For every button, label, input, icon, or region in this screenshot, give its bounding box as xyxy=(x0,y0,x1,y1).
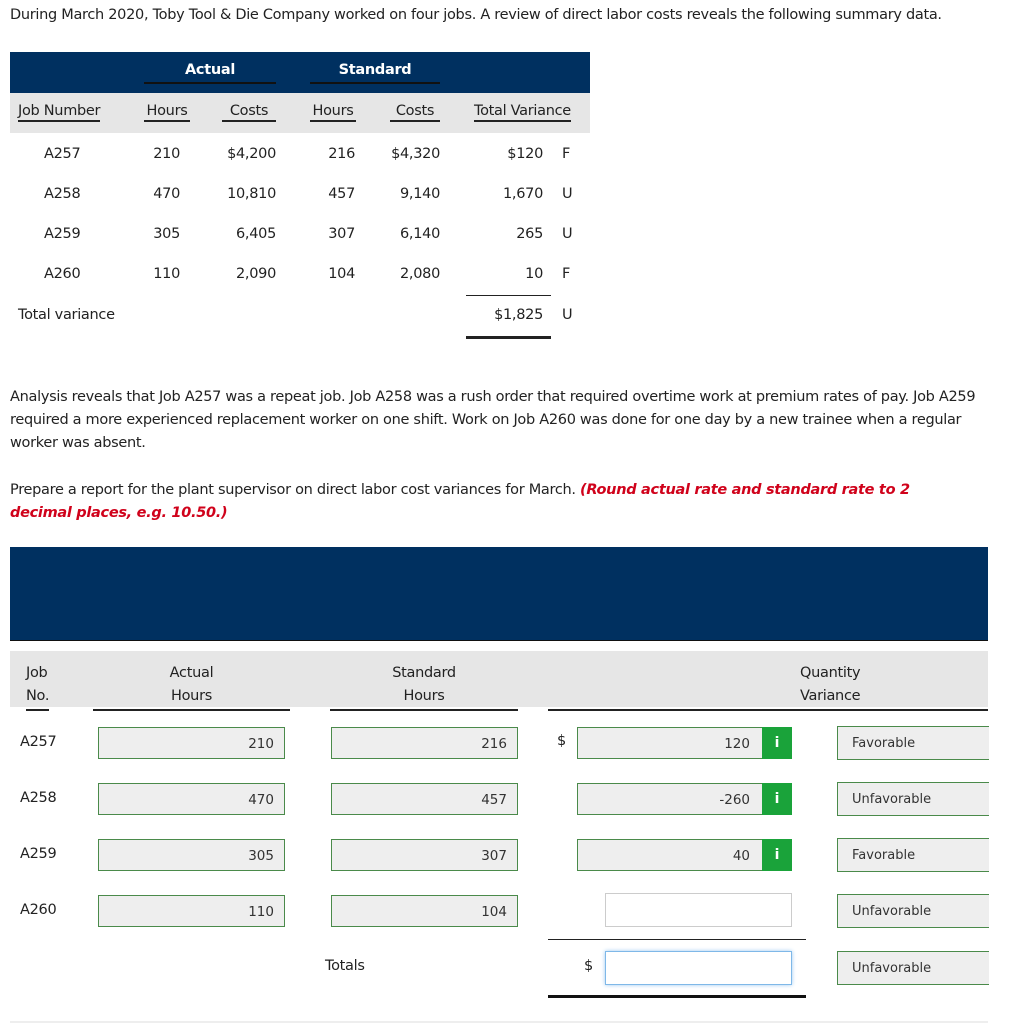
label: Standard xyxy=(392,665,456,681)
standard-hours-input[interactable]: 307 xyxy=(331,839,518,871)
group-standard: Standard xyxy=(310,62,440,84)
standard-costs: 6,140 xyxy=(399,226,440,242)
total-variance-label: Total variance xyxy=(18,307,115,323)
job: A257 xyxy=(20,734,57,750)
col-actual-hours: Hours xyxy=(144,103,190,122)
standard-hours-input[interactable]: 216 xyxy=(331,727,518,759)
totals-label: Totals xyxy=(325,958,365,974)
fu-select[interactable]: Unfavorable xyxy=(837,782,989,816)
actual-hours-input[interactable]: 110 xyxy=(98,895,285,927)
job: A259 xyxy=(44,226,81,242)
actual-hours: 110 xyxy=(153,266,180,282)
actual-hours-input[interactable]: 470 xyxy=(98,783,285,815)
quantity-variance-input[interactable]: -260 xyxy=(577,783,763,815)
totals-variance-input[interactable] xyxy=(605,951,792,985)
quantity-variance-input[interactable] xyxy=(605,893,792,927)
col-job-number: Job Number xyxy=(18,103,101,122)
label: Hours xyxy=(403,688,445,704)
job: A260 xyxy=(20,902,57,918)
actual-costs: $4,200 xyxy=(227,146,276,162)
fu-flag: U xyxy=(562,186,573,202)
col-standard-hours: Standard Hours xyxy=(330,662,518,711)
fu-flag: F xyxy=(562,146,571,162)
standard-costs: 2,080 xyxy=(399,266,440,282)
info-icon[interactable]: i xyxy=(762,839,792,871)
total-rule xyxy=(548,995,806,998)
label: Hours xyxy=(171,688,212,704)
info-icon[interactable]: i xyxy=(762,783,792,815)
label: Job xyxy=(26,665,48,681)
fu-select[interactable]: Unfavorable xyxy=(837,894,989,928)
analysis-text: Analysis reveals that Job A257 was a rep… xyxy=(10,389,976,451)
col-quantity-variance: Quantity Variance xyxy=(548,662,988,711)
subtotal-rule xyxy=(548,939,806,940)
label: Actual xyxy=(169,665,214,681)
fu-flag: U xyxy=(562,226,573,242)
actual-hours: 305 xyxy=(153,226,180,242)
label: No. xyxy=(26,685,49,711)
job: A259 xyxy=(20,846,57,862)
total-variance: 265 xyxy=(516,226,543,242)
actual-costs: 6,405 xyxy=(235,226,276,242)
total-fu-flag: U xyxy=(562,307,573,323)
info-icon[interactable]: i xyxy=(762,727,792,759)
total-variance: 10 xyxy=(525,266,543,282)
group-actual: Actual xyxy=(144,62,276,84)
job: A257 xyxy=(44,146,81,162)
header-rule xyxy=(10,640,988,641)
label: Quantity xyxy=(800,665,861,681)
actual-hours-input[interactable]: 305 xyxy=(98,839,285,871)
instruction: Prepare a report for the plant superviso… xyxy=(10,482,576,498)
col-standard-costs: Costs xyxy=(390,103,440,122)
report-header-band xyxy=(10,547,988,641)
actual-hours: 210 xyxy=(153,146,180,162)
standard-costs: 9,140 xyxy=(399,186,440,202)
job: A258 xyxy=(20,790,57,806)
currency-symbol: $ xyxy=(584,958,593,974)
totals-fu-select[interactable]: Unfavorable xyxy=(837,951,989,985)
col-job-no: Job No. xyxy=(26,662,49,711)
standard-costs: $4,320 xyxy=(391,146,440,162)
total-rule xyxy=(466,336,551,339)
total-variance: 1,670 xyxy=(502,186,543,202)
col-actual-hours: Actual Hours xyxy=(93,662,290,711)
intro-text: During March 2020, Toby Tool & Die Compa… xyxy=(10,7,942,23)
standard-hours: 457 xyxy=(328,186,355,202)
subtotal-rule xyxy=(466,295,551,296)
fu-select[interactable]: Favorable xyxy=(837,838,989,872)
total-variance: $120 xyxy=(507,146,543,162)
job: A260 xyxy=(44,266,81,282)
standard-hours-input[interactable]: 104 xyxy=(331,895,518,927)
fu-flag: F xyxy=(562,266,571,282)
job: A258 xyxy=(44,186,81,202)
col-total-variance: Total Variance xyxy=(474,103,571,122)
total-variance-value: $1,825 xyxy=(494,307,543,323)
col-standard-hours: Hours xyxy=(310,103,356,122)
actual-hours-input[interactable]: 210 xyxy=(98,727,285,759)
label: Variance xyxy=(800,688,861,704)
standard-hours-input[interactable]: 457 xyxy=(331,783,518,815)
summary-header-band xyxy=(10,52,590,93)
standard-hours: 104 xyxy=(328,266,355,282)
actual-costs: 10,810 xyxy=(227,186,276,202)
standard-hours: 307 xyxy=(328,226,355,242)
col-actual-costs: Costs xyxy=(222,103,276,122)
bottom-divider xyxy=(10,1021,988,1023)
instruction-text: Prepare a report for the plant superviso… xyxy=(10,479,970,525)
actual-hours: 470 xyxy=(153,186,180,202)
fu-select[interactable]: Favorable xyxy=(837,726,989,760)
quantity-variance-input[interactable]: 40 xyxy=(577,839,763,871)
standard-hours: 216 xyxy=(328,146,355,162)
actual-costs: 2,090 xyxy=(235,266,276,282)
currency-symbol: $ xyxy=(557,733,566,749)
quantity-variance-input[interactable]: 120 xyxy=(577,727,763,759)
